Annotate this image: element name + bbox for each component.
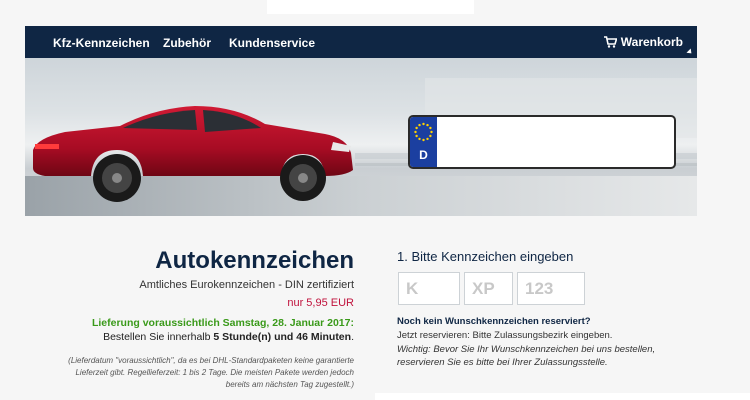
top-white-area: [267, 0, 474, 14]
step-heading: 1. Bitte Kennzeichen eingeben: [397, 249, 574, 264]
main-nav: Kfz-Kennzeichen Zubehör Kundenservice Wa…: [25, 26, 697, 58]
product-title: Autokennzeichen: [155, 247, 354, 274]
delivery-note: (Lieferdatum "voraussichtlich", da es be…: [68, 356, 354, 389]
letters-input[interactable]: [464, 272, 513, 305]
district-input[interactable]: [398, 272, 460, 305]
eu-stars-icon: [414, 122, 433, 142]
license-plate-preview: D: [408, 115, 676, 169]
order-countdown: Bestellen Sie innerhalb 5 Stunde(n) und …: [103, 331, 354, 343]
bottom-white-area: [375, 393, 750, 400]
nav-item-kfz-kennzeichen[interactable]: Kfz-Kennzeichen: [53, 36, 150, 50]
product-price: nur 5,95 EUR: [287, 297, 354, 309]
delivery-date: Lieferung voraussichtlich Samstag, 28. J…: [91, 317, 354, 329]
product-subtitle: Amtliches Eurokennzeichen - DIN zertifiz…: [139, 279, 354, 291]
numbers-input[interactable]: [517, 272, 585, 305]
order-suffix: .: [351, 331, 354, 343]
dropdown-corner-icon: [686, 48, 694, 56]
cart-label: Warenkorb: [620, 35, 683, 49]
order-prefix: Bestellen Sie innerhalb: [103, 331, 214, 343]
nav-item-zubehoer[interactable]: Zubehör: [163, 36, 211, 50]
eu-strip: D: [410, 117, 437, 167]
nav-item-kundenservice[interactable]: Kundenservice: [229, 36, 315, 50]
reservation-warning: Wichtig: Bevor Sie Ihr Wunschkennzeichen…: [397, 344, 656, 368]
reservation-question: Noch kein Wunschkennzeichen reserviert?: [397, 316, 591, 327]
plate-input-group: [398, 272, 585, 305]
reservation-hint: Jetzt reservieren: Bitte Zulassungsbezir…: [397, 330, 613, 341]
cart-button[interactable]: Warenkorb: [603, 35, 683, 49]
order-time: 5 Stunde(n) und 46 Minuten: [213, 331, 352, 343]
cart-icon: [603, 36, 617, 48]
plate-country-code: D: [419, 148, 428, 162]
